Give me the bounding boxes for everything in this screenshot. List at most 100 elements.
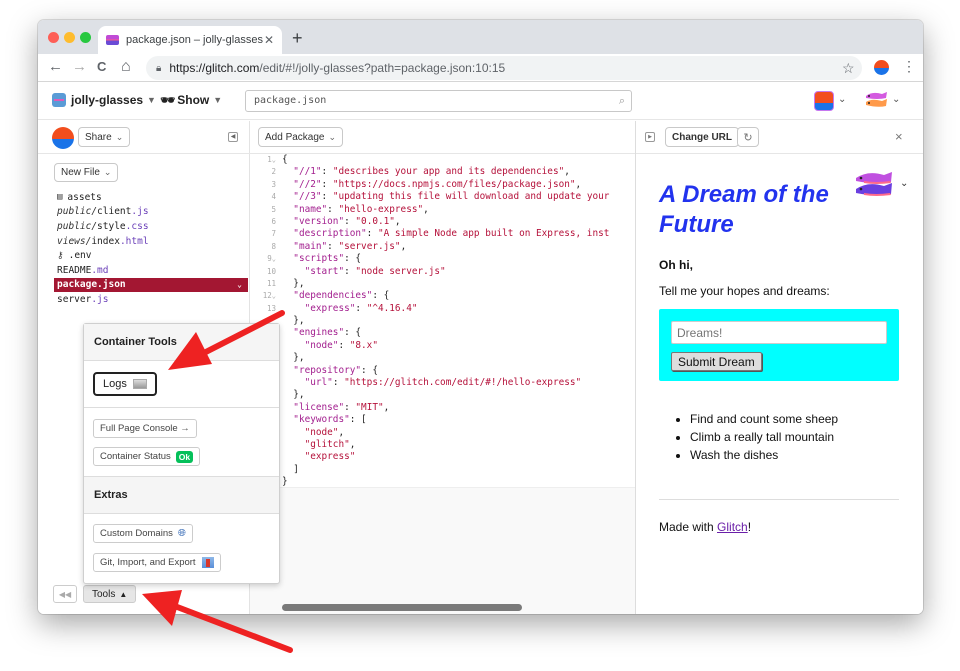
chevron-down-icon: ⌄ bbox=[115, 131, 124, 142]
json-key: "scripts" bbox=[293, 253, 345, 265]
bookmark-star-icon[interactable]: ☆ bbox=[842, 60, 855, 77]
file-item[interactable]: server .js bbox=[54, 292, 250, 307]
home-icon[interactable]: ⌂ bbox=[121, 58, 131, 76]
file-options-chevron-icon[interactable]: ⌄ bbox=[237, 280, 242, 289]
json-punct: , bbox=[423, 203, 429, 215]
container-status-button[interactable]: Container Status Ok bbox=[93, 447, 201, 466]
extras-section: Custom Domains 🌐︎ Git, Import, and Expor… bbox=[84, 514, 279, 584]
json-string: "hello-express" bbox=[338, 203, 424, 215]
chevron-down-icon[interactable]: ⌄ bbox=[838, 94, 846, 105]
close-preview-icon[interactable]: × bbox=[895, 129, 903, 144]
json-key: "repository" bbox=[293, 364, 362, 376]
open-preview-icon[interactable]: ▶ bbox=[645, 132, 655, 142]
file-item[interactable]: ▤ assets bbox=[54, 190, 250, 205]
glitch-fish-logo-icon[interactable] bbox=[864, 91, 888, 109]
user-avatar[interactable] bbox=[814, 91, 834, 111]
json-punct bbox=[282, 166, 293, 177]
json-punct: : { bbox=[344, 327, 362, 339]
add-package-button[interactable]: Add Package ⌄ bbox=[258, 127, 344, 147]
file-name: assets bbox=[67, 191, 102, 203]
browser-menu-icon[interactable]: ⋮ bbox=[902, 58, 916, 75]
back-arrow-icon[interactable]: ← bbox=[48, 58, 63, 76]
tools-popover: Container Tools Logs Full Page Console →… bbox=[83, 323, 280, 584]
json-key: "//3" bbox=[293, 191, 322, 203]
sunglasses-icon: 🕶︎ bbox=[160, 93, 175, 107]
file-name: style bbox=[97, 220, 126, 232]
json-key: "engines" bbox=[293, 327, 345, 339]
json-punct: : bbox=[327, 240, 339, 252]
maximize-window-button[interactable] bbox=[80, 32, 91, 43]
file-name: index bbox=[91, 235, 120, 247]
chevron-down-icon[interactable]: ⌄ bbox=[900, 178, 908, 189]
fold-chevron-icon[interactable]: ⌄ bbox=[272, 156, 276, 164]
fold-chevron-icon[interactable]: ⌄ bbox=[272, 255, 276, 263]
collapse-sidebar-icon[interactable]: ◀ bbox=[228, 132, 238, 142]
json-key: "license" bbox=[293, 401, 345, 413]
json-punct: : { bbox=[344, 253, 362, 265]
custom-domains-button[interactable]: Custom Domains 🌐︎ bbox=[93, 524, 193, 543]
chevron-down-icon[interactable]: ⌄ bbox=[892, 94, 900, 105]
line-number: 12⌄ bbox=[250, 290, 282, 302]
forward-arrow-icon[interactable]: → bbox=[72, 58, 87, 76]
git-tower-icon bbox=[201, 557, 214, 568]
horizontal-scrollbar[interactable] bbox=[282, 604, 522, 611]
browser-profile-avatar[interactable] bbox=[874, 60, 889, 75]
file-item[interactable]: package.json ⌄ bbox=[54, 277, 248, 293]
json-punct: , bbox=[383, 401, 390, 413]
full-page-console-button[interactable]: Full Page Console → bbox=[93, 419, 197, 438]
json-punct: : bbox=[332, 377, 345, 389]
show-menu-button[interactable]: 🕶︎ Show ▼ bbox=[160, 93, 222, 107]
logs-label: Logs bbox=[103, 378, 127, 390]
dream-input[interactable] bbox=[671, 321, 887, 344]
fold-chevron-icon[interactable]: ⌄ bbox=[272, 292, 276, 300]
json-key: "//1" bbox=[293, 166, 322, 178]
change-url-button[interactable]: Change URL bbox=[665, 127, 739, 147]
json-string: "describes your app and its dependencies… bbox=[332, 166, 565, 178]
logs-button[interactable]: Logs bbox=[93, 372, 157, 396]
file-search-input[interactable]: package.json ⌕ bbox=[245, 90, 632, 112]
project-menu-button[interactable]: jolly-glasses ▼ bbox=[52, 93, 156, 107]
json-punct: , bbox=[394, 215, 401, 227]
line-number: 13 bbox=[250, 303, 282, 315]
share-button[interactable]: Share ⌄ bbox=[78, 127, 131, 147]
file-item[interactable]: public/client .js bbox=[54, 205, 250, 220]
tools-button[interactable]: Tools ▲ bbox=[83, 585, 137, 603]
file-item[interactable]: ⚷ .env bbox=[54, 248, 250, 263]
line-number-text: 10 bbox=[266, 266, 276, 276]
json-punct bbox=[282, 241, 293, 252]
glitch-link[interactable]: Glitch bbox=[717, 520, 748, 534]
json-punct bbox=[282, 303, 305, 314]
code-line: 3 "//2": "https://docs.npmjs.com/files/p… bbox=[250, 179, 635, 191]
tab-close-icon[interactable]: ✕ bbox=[264, 33, 274, 47]
submit-dream-button[interactable]: Submit Dream bbox=[671, 352, 762, 371]
rewind-icon[interactable]: ◀◀ bbox=[53, 585, 77, 603]
line-number: 9⌄ bbox=[250, 253, 282, 265]
json-punct: , bbox=[564, 166, 570, 178]
file-search-value: package.json bbox=[254, 95, 327, 106]
minimize-window-button[interactable] bbox=[64, 32, 75, 43]
user-avatar[interactable] bbox=[52, 127, 74, 149]
new-tab-button[interactable]: + bbox=[292, 29, 303, 47]
code-line: 10 "start": "node server.js" bbox=[250, 266, 635, 278]
json-punct: }, bbox=[282, 389, 305, 401]
git-import-export-button[interactable]: Git, Import, and Export bbox=[93, 553, 221, 572]
json-punct bbox=[282, 204, 293, 215]
lock-icon: 🔒︎ bbox=[156, 62, 162, 74]
address-bar[interactable]: 🔒︎ https://glitch.com /edit/#!/jolly-gla… bbox=[146, 56, 862, 80]
json-string: "https://docs.npmjs.com/files/package.js… bbox=[332, 178, 576, 190]
json-key: "dependencies" bbox=[293, 290, 373, 302]
reload-icon[interactable]: C bbox=[97, 58, 106, 76]
reload-preview-icon[interactable]: ↻ bbox=[737, 127, 759, 147]
browser-tab[interactable]: package.json – jolly-glasses ✕ bbox=[98, 26, 282, 54]
json-key: "name" bbox=[293, 203, 328, 215]
code-area[interactable]: 1⌄{2 "//1": "describes your app and its … bbox=[250, 154, 635, 487]
key-icon: ⚷ bbox=[57, 250, 64, 261]
file-item[interactable]: public/style .css bbox=[54, 219, 250, 234]
file-item[interactable]: README .md bbox=[54, 263, 250, 278]
close-window-button[interactable] bbox=[48, 32, 59, 43]
new-file-button[interactable]: New File ⌄ bbox=[54, 163, 119, 182]
glitch-fish-logo-icon[interactable] bbox=[854, 170, 894, 200]
file-item[interactable]: views/index .html bbox=[54, 234, 250, 249]
json-punct: , bbox=[338, 426, 345, 438]
globe-icon: 🌐︎ bbox=[177, 528, 186, 539]
